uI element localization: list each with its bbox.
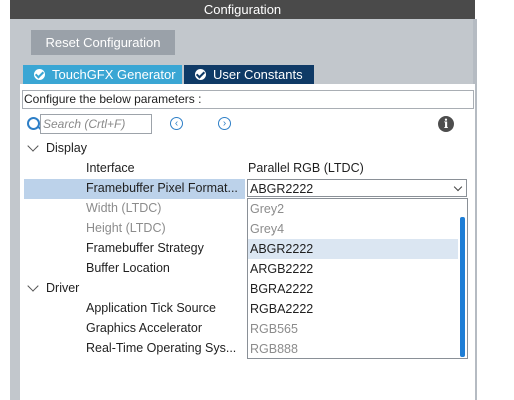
search-input[interactable]	[40, 114, 152, 134]
param-label: Height (LTDC)	[86, 221, 166, 235]
window-title-bar: Configuration	[10, 0, 475, 19]
dropdown-scrollbar[interactable]	[460, 217, 465, 357]
window-title: Configuration	[203, 2, 282, 17]
param-label: Width (LTDC)	[86, 201, 162, 215]
check-circle-icon	[195, 69, 206, 80]
param-label[interactable]: Graphics Accelerator	[86, 318, 202, 338]
search-icon[interactable]	[27, 117, 40, 130]
dropdown-option[interactable]: Grey4	[248, 219, 458, 239]
check-circle-icon	[34, 69, 45, 80]
pixel-format-dropdown-list[interactable]: Grey2 Grey4 ABGR2222 ARGB2222 BGRA2222 R…	[247, 198, 468, 359]
parameters-description: Configure the below parameters :	[22, 90, 474, 109]
dropdown-option[interactable]: ABGR2222	[248, 239, 458, 259]
param-label[interactable]: Interface	[86, 158, 135, 178]
dropdown-option[interactable]: RGBA2222	[248, 299, 458, 319]
tab-label: User Constants	[213, 67, 303, 82]
previous-match-icon[interactable]: ‹	[170, 117, 183, 130]
pixel-format-select[interactable]: ABGR2222	[247, 179, 467, 197]
param-label[interactable]: Real-Time Operating Sys...	[86, 338, 236, 358]
param-label[interactable]: Buffer Location	[86, 258, 170, 278]
dropdown-option[interactable]: RGB888	[248, 339, 458, 359]
select-value: ABGR2222	[250, 182, 314, 196]
reset-configuration-button[interactable]: Reset Configuration	[31, 30, 175, 55]
tab-touchgfx-generator[interactable]: TouchGFX Generator	[23, 65, 182, 84]
param-value[interactable]: Parallel RGB (LTDC)	[248, 158, 364, 178]
group-label: Driver	[46, 281, 80, 295]
next-match-icon[interactable]: ›	[218, 117, 231, 130]
group-label: Display	[46, 141, 87, 155]
dropdown-option[interactable]: Grey2	[248, 199, 458, 219]
dropdown-option[interactable]: ARGB2222	[248, 259, 458, 279]
dropdown-option[interactable]: RGB565	[248, 319, 458, 339]
tab-user-constants[interactable]: User Constants	[184, 65, 314, 84]
param-label[interactable]: Application Tick Source	[86, 298, 216, 318]
dropdown-option[interactable]: BGRA2222	[248, 279, 458, 299]
param-label[interactable]: Framebuffer Strategy	[86, 238, 204, 258]
chevron-down-icon[interactable]	[453, 182, 463, 192]
group-driver[interactable]: Driver	[25, 278, 79, 298]
chevron-down-icon	[27, 280, 39, 292]
chevron-down-icon	[27, 140, 39, 152]
info-icon[interactable]: i	[438, 116, 454, 132]
group-display[interactable]: Display	[25, 138, 87, 158]
tab-label: TouchGFX Generator	[52, 67, 176, 82]
param-label[interactable]: Framebuffer Pixel Format...	[86, 178, 238, 198]
